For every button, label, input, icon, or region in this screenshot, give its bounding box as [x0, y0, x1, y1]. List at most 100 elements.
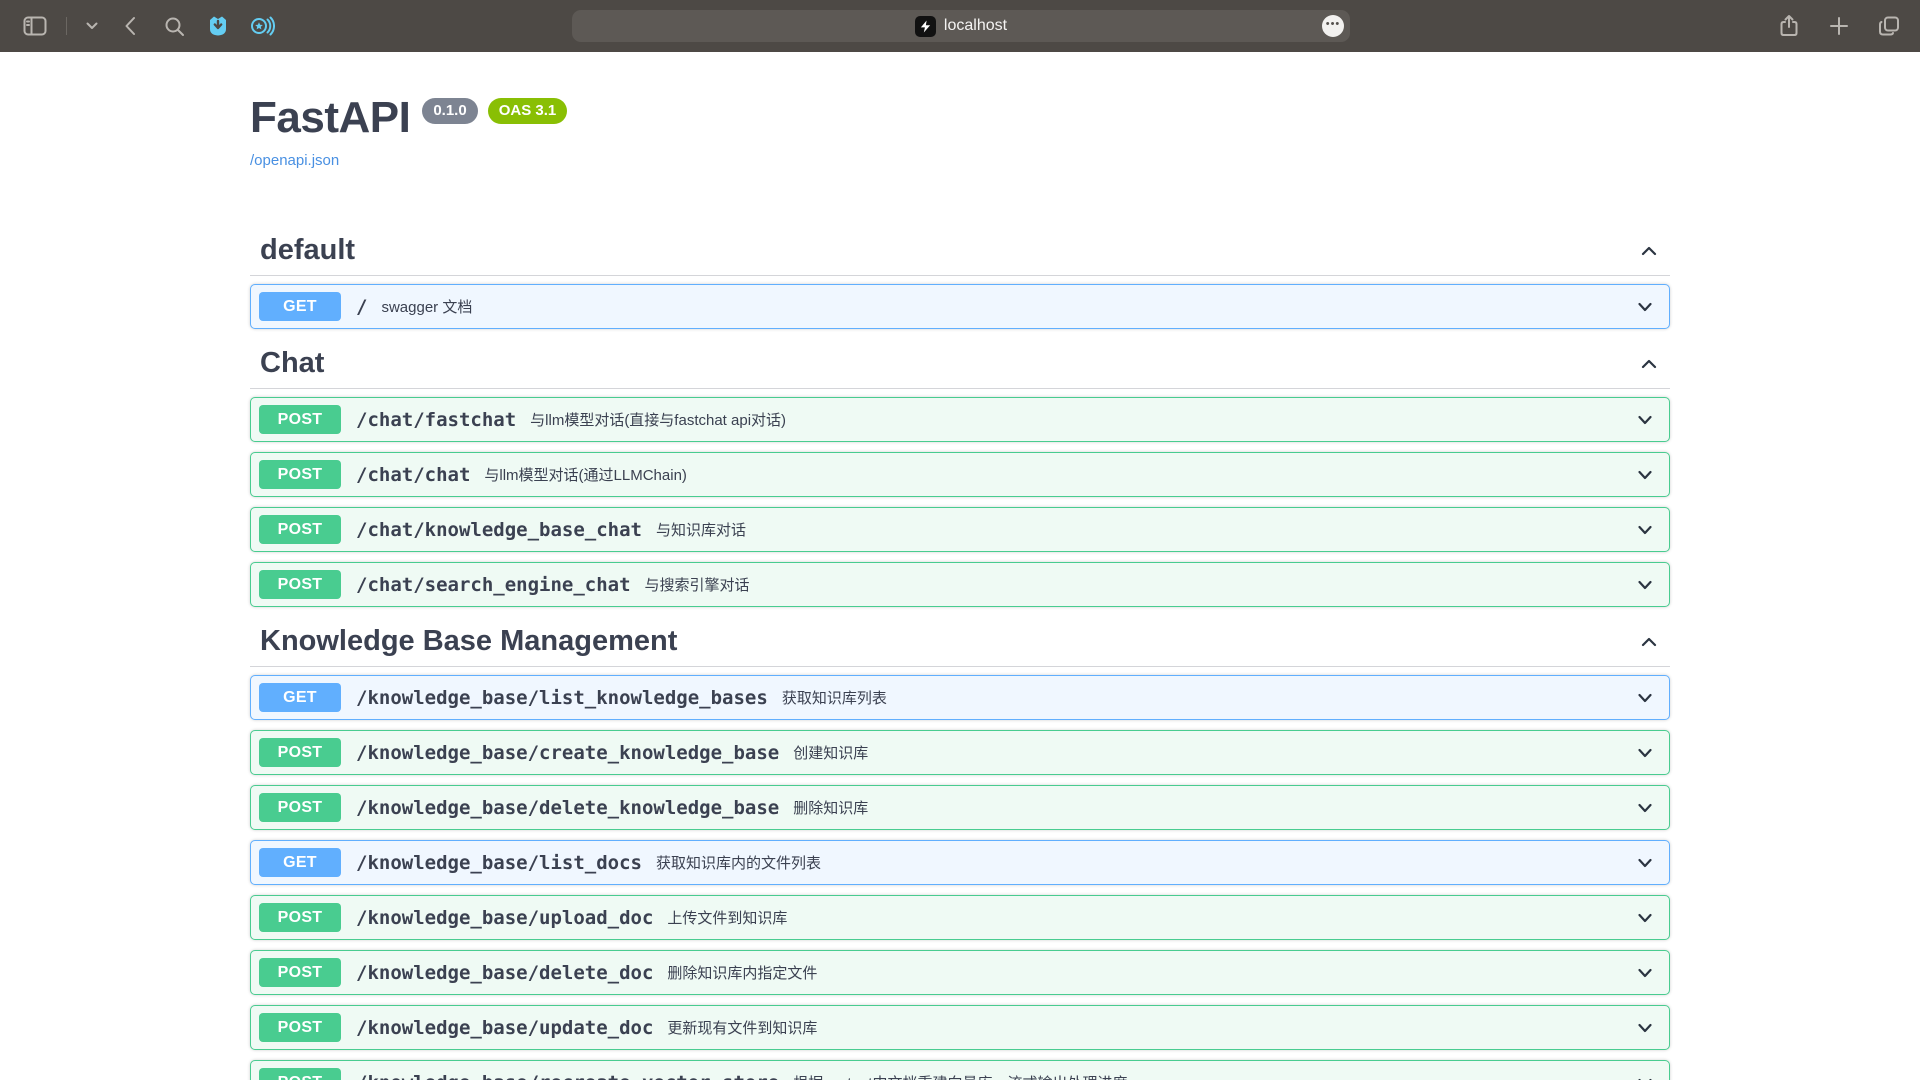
operation-summary: 删除知识库内指定文件 — [667, 962, 817, 983]
operation-row[interactable]: POST /chat/fastchat 与llm模型对话(直接与fastchat… — [250, 397, 1670, 442]
chevron-down-icon — [86, 22, 98, 30]
method-badge: POST — [259, 515, 341, 544]
chevron-down-icon[interactable] — [1635, 908, 1655, 928]
section-title: default — [260, 234, 355, 267]
method-badge: POST — [259, 1068, 341, 1080]
api-section: Knowledge Base Management GET /knowledge… — [250, 617, 1670, 1080]
operation-path: / — [356, 296, 367, 318]
operation-row[interactable]: POST /knowledge_base/create_knowledge_ba… — [250, 730, 1670, 775]
chevron-down-icon[interactable] — [1635, 575, 1655, 595]
section-title: Chat — [260, 347, 324, 380]
method-badge: POST — [259, 570, 341, 599]
site-favicon — [915, 16, 936, 37]
page-body: FastAPI 0.1.0 OAS 3.1 /openapi.json defa… — [0, 52, 1920, 1080]
section-title: Knowledge Base Management — [260, 625, 677, 658]
chevron-down-icon[interactable] — [1635, 297, 1655, 317]
chevron-up-icon[interactable] — [1638, 353, 1660, 375]
oas-badge: OAS 3.1 — [488, 98, 568, 124]
operation-path: /chat/knowledge_base_chat — [356, 519, 642, 541]
ripple-star-extension-icon — [249, 14, 275, 38]
operation-row[interactable]: GET /knowledge_base/list_knowledge_bases… — [250, 675, 1670, 720]
operation-summary: 获取知识库列表 — [782, 687, 887, 708]
operation-summary: swagger 文档 — [381, 296, 472, 317]
address-url: localhost — [944, 17, 1007, 35]
section-header[interactable]: Knowledge Base Management — [250, 617, 1670, 667]
chevron-down-icon[interactable] — [1635, 520, 1655, 540]
operation-path: /knowledge_base/list_knowledge_bases — [356, 687, 768, 709]
operation-row[interactable]: GET /knowledge_base/list_docs 获取知识库内的文件列… — [250, 840, 1670, 885]
chevron-down-icon[interactable] — [1635, 410, 1655, 430]
operation-list: POST /chat/fastchat 与llm模型对话(直接与fastchat… — [250, 389, 1670, 607]
sidebar-icon — [23, 16, 47, 36]
ellipsis-icon: ••• — [1326, 19, 1341, 34]
method-badge: GET — [259, 292, 341, 321]
chevron-down-icon[interactable] — [1635, 798, 1655, 818]
chevron-down-icon[interactable] — [1635, 743, 1655, 763]
api-sections: default GET / swagger 文档 Chat POST /chat… — [250, 226, 1670, 1080]
operation-row[interactable]: POST /knowledge_base/delete_knowledge_ba… — [250, 785, 1670, 830]
operation-summary: 删除知识库 — [793, 797, 868, 818]
method-badge: POST — [259, 903, 341, 932]
back-button[interactable] — [115, 11, 145, 41]
share-button[interactable] — [1774, 11, 1804, 41]
openapi-spec-link[interactable]: /openapi.json — [250, 152, 339, 169]
operation-row[interactable]: POST /chat/knowledge_base_chat 与知识库对话 — [250, 507, 1670, 552]
operation-row[interactable]: POST /chat/search_engine_chat 与搜索引擎对话 — [250, 562, 1670, 607]
section-header[interactable]: default — [250, 226, 1670, 276]
operation-summary: 获取知识库内的文件列表 — [656, 852, 821, 873]
operation-path: /knowledge_base/update_doc — [356, 1017, 653, 1039]
operation-row[interactable]: POST /knowledge_base/recreate_vector_sto… — [250, 1060, 1670, 1080]
operation-path: /chat/fastchat — [356, 409, 516, 431]
operation-path: /chat/chat — [356, 464, 470, 486]
method-badge: GET — [259, 683, 341, 712]
extension-shield-button[interactable] — [203, 11, 233, 41]
operation-path: /knowledge_base/list_docs — [356, 852, 642, 874]
chevron-down-icon[interactable] — [1635, 853, 1655, 873]
operation-row[interactable]: GET / swagger 文档 — [250, 284, 1670, 329]
tab-overview-button[interactable] — [1874, 11, 1904, 41]
new-tab-button[interactable] — [1824, 11, 1854, 41]
operation-row[interactable]: POST /knowledge_base/update_doc 更新现有文件到知… — [250, 1005, 1670, 1050]
chevron-up-icon[interactable] — [1638, 631, 1660, 653]
operation-summary: 与知识库对话 — [656, 519, 746, 540]
operation-path: /knowledge_base/delete_doc — [356, 962, 653, 984]
page-title: FastAPI — [250, 94, 410, 142]
operation-path: /chat/search_engine_chat — [356, 574, 631, 596]
operation-row[interactable]: POST /knowledge_base/delete_doc 删除知识库内指定… — [250, 950, 1670, 995]
plus-icon — [1829, 16, 1849, 36]
operation-path: /knowledge_base/recreate_vector_store — [356, 1072, 779, 1080]
operation-list: GET / swagger 文档 — [250, 276, 1670, 329]
method-badge: POST — [259, 738, 341, 767]
method-badge: POST — [259, 1013, 341, 1042]
method-badge: POST — [259, 958, 341, 987]
section-header[interactable]: Chat — [250, 339, 1670, 389]
method-badge: POST — [259, 405, 341, 434]
sidebar-menu-chevron-button[interactable] — [83, 11, 101, 41]
operation-row[interactable]: POST /knowledge_base/upload_doc 上传文件到知识库 — [250, 895, 1670, 940]
extension-circles-button[interactable] — [247, 11, 277, 41]
tabs-icon — [1877, 14, 1901, 38]
operation-summary: 与搜索引擎对话 — [645, 574, 750, 595]
chevron-down-icon[interactable] — [1635, 1018, 1655, 1038]
browser-toolbar: localhost ••• — [0, 0, 1920, 52]
share-icon — [1778, 14, 1800, 38]
page-settings-button[interactable]: ••• — [1322, 15, 1344, 37]
operation-summary: 更新现有文件到知识库 — [667, 1017, 817, 1038]
operation-summary: 上传文件到知识库 — [667, 907, 787, 928]
chevron-down-icon[interactable] — [1635, 465, 1655, 485]
operation-row[interactable]: POST /chat/chat 与llm模型对话(通过LLMChain) — [250, 452, 1670, 497]
address-bar[interactable]: localhost ••• — [572, 10, 1350, 42]
operation-summary: 创建知识库 — [793, 742, 868, 763]
chevron-down-icon[interactable] — [1635, 688, 1655, 708]
search-button[interactable] — [159, 11, 189, 41]
chevron-up-icon[interactable] — [1638, 240, 1660, 262]
operation-summary: 与llm模型对话(直接与fastchat api对话) — [530, 409, 786, 430]
operation-path: /knowledge_base/upload_doc — [356, 907, 653, 929]
method-badge: GET — [259, 848, 341, 877]
method-badge: POST — [259, 793, 341, 822]
sidebar-toggle-button[interactable] — [20, 11, 50, 41]
chevron-down-icon[interactable] — [1635, 1073, 1655, 1080]
chevron-left-icon — [124, 16, 136, 36]
toolbar-divider — [66, 17, 67, 35]
chevron-down-icon[interactable] — [1635, 963, 1655, 983]
